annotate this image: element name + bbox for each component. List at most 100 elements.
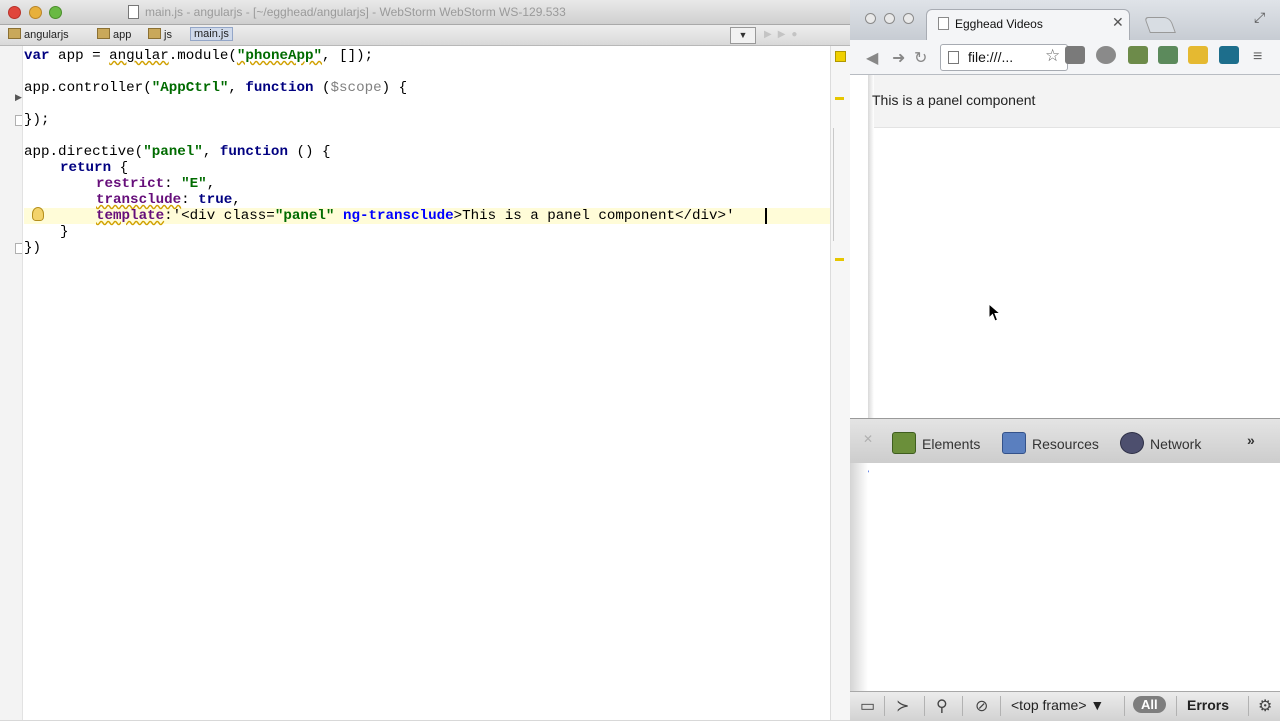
devtools-tab-bar: ✕ Elements Resources Network » <box>850 418 1280 464</box>
fold-marker-icon[interactable] <box>15 243 22 254</box>
separator <box>1000 696 1001 716</box>
code-line: template:'<div class="panel" ng-transclu… <box>96 208 735 224</box>
breadcrumb-label: app <box>113 29 132 41</box>
text-caret <box>765 208 767 224</box>
analysis-status-icon[interactable] <box>835 51 846 62</box>
separator <box>1176 696 1177 716</box>
run-config-dropdown[interactable]: ▼ <box>730 27 756 44</box>
document-icon <box>128 5 139 19</box>
code-editor[interactable]: var app = angular.module("phoneApp", [])… <box>24 48 830 718</box>
browser-toolbar: ◀ ➜ ↻ file:///... ☆ ≡ <box>850 40 1280 75</box>
menu-icon[interactable]: ≡ <box>1253 48 1262 66</box>
page-viewport[interactable]: This is a panel component <box>850 75 1280 418</box>
chevron-down-icon: ▼ <box>1090 697 1105 713</box>
folder-icon <box>148 28 161 39</box>
separator <box>1248 696 1249 716</box>
tab-label: Resources <box>1032 436 1099 452</box>
breadcrumb-app[interactable]: app <box>97 28 131 41</box>
tab-label: Elements <box>922 436 981 452</box>
adblock-extension-icon[interactable] <box>1096 46 1116 64</box>
separator <box>884 696 885 716</box>
zoom-icon[interactable] <box>903 13 914 24</box>
console-area[interactable]: ❯ <box>850 463 1280 686</box>
viewport-edge-shadow <box>868 75 874 418</box>
gear-icon[interactable]: ⚙ <box>1258 696 1272 716</box>
address-bar[interactable]: file:///... ☆ <box>940 44 1068 71</box>
console-icon[interactable]: ≻ <box>896 696 909 716</box>
folder-icon <box>97 28 110 39</box>
filter-errors-button[interactable]: Errors <box>1187 697 1229 713</box>
tab-strip: Egghead Videos ✕ ⤢ <box>850 0 1280 41</box>
reload-icon[interactable]: ↻ <box>914 48 927 68</box>
close-icon[interactable] <box>8 6 21 19</box>
elements-icon <box>892 432 916 454</box>
block-icon[interactable]: ⊘ <box>975 696 988 716</box>
code-line: } <box>60 224 69 240</box>
fold-marker-icon[interactable]: ▶ <box>15 92 22 103</box>
code-line: app.controller("AppCtrl", function ($sco… <box>24 80 408 96</box>
user-menu-icon[interactable]: ⤢ <box>1254 9 1265 26</box>
code-line: return { <box>60 160 129 176</box>
ide-title-bar: main.js - angularjs - [~/egghead/angular… <box>0 0 850 25</box>
code-line: restrict: "E", <box>96 176 216 192</box>
breadcrumb-js[interactable]: js <box>148 28 172 41</box>
scrollbar-thumb[interactable] <box>833 128 849 241</box>
filter-all-button[interactable]: All <box>1133 696 1166 713</box>
dock-icon[interactable]: ▭ <box>860 696 875 716</box>
tab-label: Network <box>1150 436 1202 452</box>
ide-window-title: main.js - angularjs - [~/egghead/angular… <box>145 5 566 19</box>
eyedropper-extension-icon[interactable] <box>1128 46 1148 64</box>
tab-title: Egghead Videos <box>955 17 1043 31</box>
network-icon <box>1120 432 1144 454</box>
code-line: }); <box>24 112 50 128</box>
tab-close-icon[interactable]: ✕ <box>1112 14 1124 31</box>
breadcrumb-label: angularjs <box>24 29 69 41</box>
tab-network[interactable]: Network <box>1120 432 1201 454</box>
tab-resources[interactable]: Resources <box>1002 432 1099 454</box>
back-icon[interactable]: ◀ <box>866 48 878 68</box>
star-icon[interactable]: ☆ <box>1045 46 1060 66</box>
panel-text: This is a panel component <box>872 92 1036 108</box>
breadcrumb-angularjs[interactable]: angularjs <box>8 28 69 41</box>
devtools-panel: ✕ Elements Resources Network » ❯ <box>850 418 1280 720</box>
address-text: file:///... <box>968 49 1014 65</box>
zoom-icon[interactable] <box>49 6 62 19</box>
forward-icon[interactable]: ➜ <box>892 48 905 68</box>
toolbar-run-icons[interactable]: ▶▶● <box>764 29 834 41</box>
new-tab-button[interactable] <box>1144 17 1176 33</box>
editor-gutter <box>0 46 23 720</box>
search-icon[interactable]: ⚲ <box>936 696 948 716</box>
breadcrumb-main-js[interactable]: main.js <box>190 27 233 41</box>
page-icon <box>938 17 949 30</box>
cursor-icon <box>988 303 1002 322</box>
error-stripe-mark[interactable] <box>835 97 844 100</box>
code-line: transclude: true, <box>96 192 241 208</box>
navigation-bar: angularjs app js main.js ▼ ▶▶● <box>0 25 850 46</box>
pocket-extension-icon[interactable] <box>1065 46 1085 64</box>
devtools-close-icon[interactable]: ✕ <box>863 432 873 446</box>
drive-extension-icon[interactable] <box>1188 46 1208 64</box>
minimize-icon[interactable] <box>884 13 895 24</box>
minimize-icon[interactable] <box>29 6 42 19</box>
capture-extension-icon[interactable] <box>1219 46 1239 64</box>
ide-window: main.js - angularjs - [~/egghead/angular… <box>0 0 851 720</box>
browser-window: Egghead Videos ✕ ⤢ ◀ ➜ ↻ file:///... ☆ ≡… <box>850 0 1280 721</box>
folder-icon <box>8 28 21 39</box>
download-extension-icon[interactable] <box>1158 46 1178 64</box>
code-line: var app = angular.module("phoneApp", [])… <box>24 48 374 64</box>
frame-select[interactable]: <top frame> ▼ <box>1011 697 1104 713</box>
page-icon <box>948 51 959 64</box>
fold-marker-icon[interactable] <box>15 115 22 126</box>
breadcrumb-label: js <box>164 29 172 41</box>
more-tabs-button[interactable]: » <box>1247 432 1255 448</box>
separator <box>1124 696 1125 716</box>
resources-icon <box>1002 432 1026 454</box>
close-icon[interactable] <box>865 13 876 24</box>
error-stripe-mark[interactable] <box>835 258 844 261</box>
editor-scrollbar[interactable] <box>830 46 851 720</box>
tab-elements[interactable]: Elements <box>892 432 980 454</box>
separator <box>962 696 963 716</box>
devtools-status-bar: ▭ ≻ ⚲ ⊘ <top frame> ▼ All Errors ⚙ <box>850 691 1280 721</box>
devtools-edge-shadow <box>850 463 868 720</box>
frame-label: <top frame> <box>1011 697 1087 713</box>
